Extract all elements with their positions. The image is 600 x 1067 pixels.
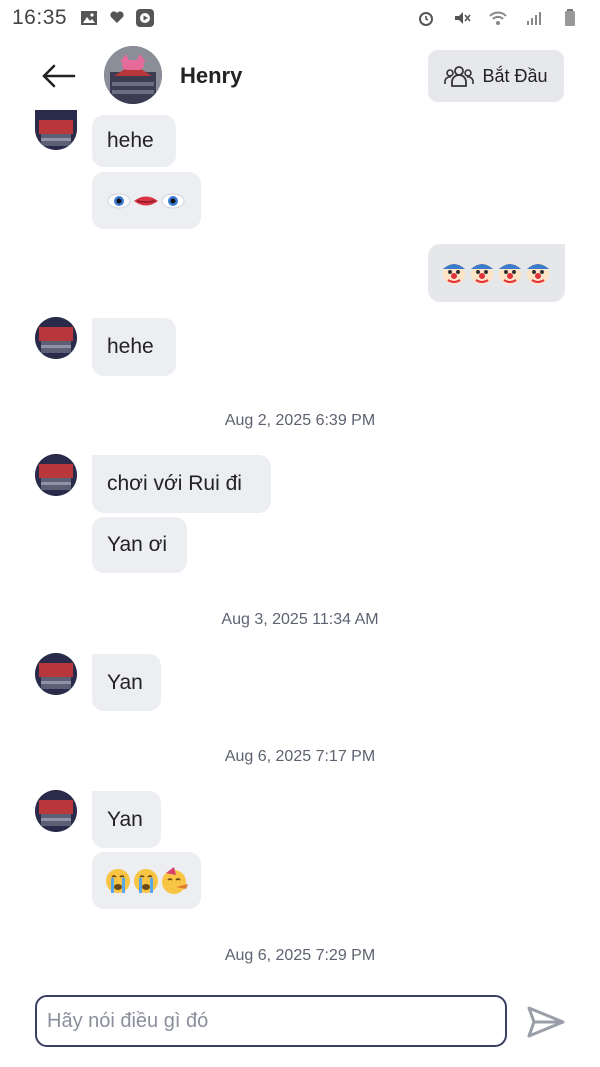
timestamp: Aug 6, 2025 7:17 PM [224,748,376,765]
message-bubble[interactable]: hehe [92,318,176,376]
health-icon [107,8,127,28]
group-icon [444,66,475,87]
sender-avatar[interactable] [35,790,77,832]
media-icon [135,8,155,28]
message-input[interactable] [47,1009,495,1033]
mute-icon [452,8,472,28]
message-bubble[interactable] [92,852,201,909]
status-time: 16:35 [12,6,68,29]
message-input-container[interactable] [35,995,507,1047]
message-bubble[interactable]: Yan [92,654,161,711]
message-bubble[interactable]: Yan ơi [92,517,187,573]
timestamp: Aug 2, 2025 6:39 PM [224,412,376,429]
message-bubble[interactable]: hehe [92,115,176,167]
message-bubble[interactable]: chơi với Rui đi [92,455,271,513]
crying-party-emoji [104,866,190,895]
eyes-mouth-emoji [107,191,185,211]
start-button-label: Bắt Đầu [482,65,548,86]
message-bubble[interactable]: Yan [92,791,161,848]
start-button[interactable]: Bắt Đầu [428,50,564,102]
sender-avatar[interactable] [35,454,77,496]
timestamp: Aug 6, 2025 7:29 PM [224,947,376,964]
message-text: hehe [107,129,154,152]
contact-avatar[interactable] [104,46,162,104]
message-text: hehe [107,335,154,358]
sent-message-bubble[interactable] [428,244,565,302]
message-text: Yan ơi [107,533,168,556]
clown-faces-emoji [440,259,552,287]
message-text: Yan [107,807,143,831]
contact-name[interactable]: Henry [180,63,242,89]
gallery-icon [79,8,99,28]
battery-icon [560,8,580,28]
send-button[interactable] [526,1004,566,1040]
status-bar: 16:35 [0,0,600,36]
back-button[interactable] [40,60,80,92]
signal-icon [524,8,544,28]
message-text: Yan [107,670,143,694]
sender-avatar[interactable] [35,653,77,695]
timestamp: Aug 3, 2025 11:34 AM [221,611,379,628]
message-text: chơi với Rui đi [107,472,242,495]
wifi-icon [488,8,508,28]
send-icon [527,1006,565,1038]
chat-header: Henry Bắt Đầu [0,44,600,110]
alarm-icon [416,8,436,28]
sender-avatar[interactable] [35,317,77,359]
message-bubble[interactable] [92,172,201,229]
sender-avatar[interactable] [35,110,77,150]
arrow-left-icon [42,64,76,88]
